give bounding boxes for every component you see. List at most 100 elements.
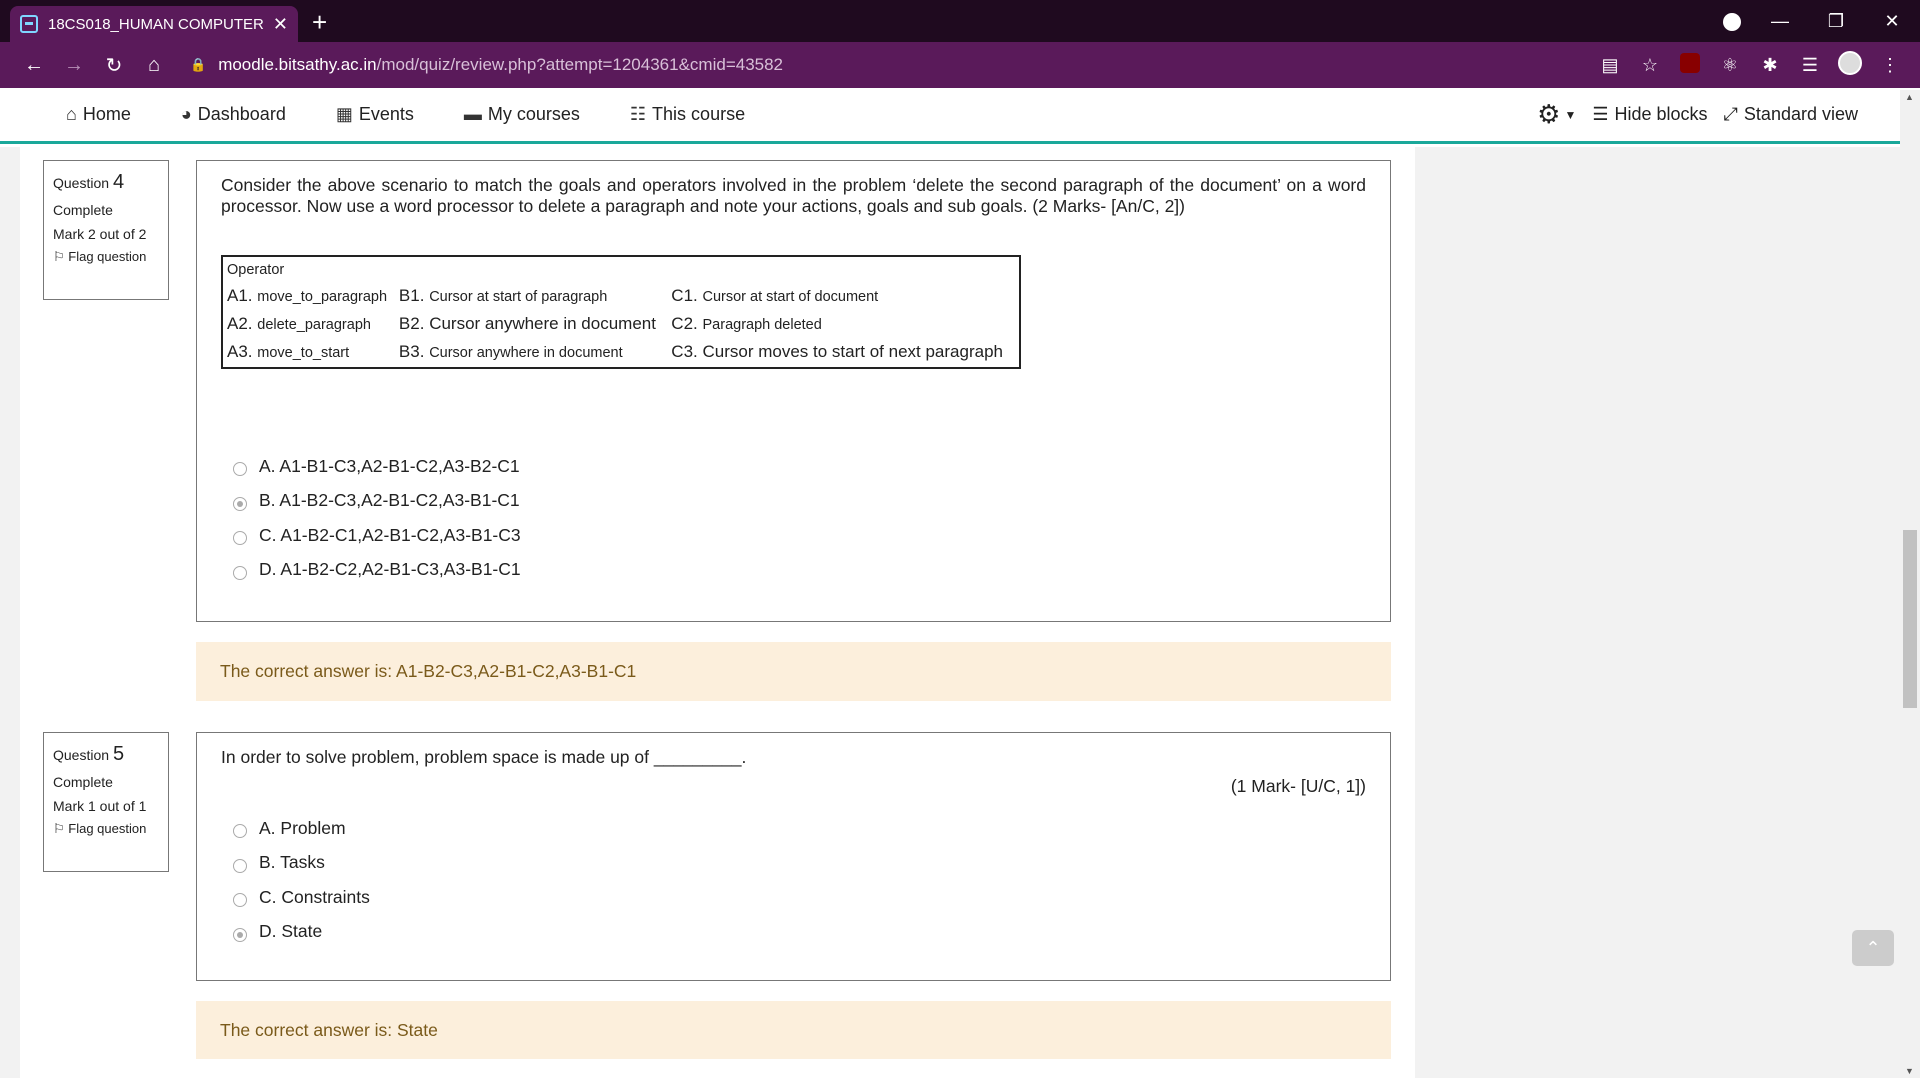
dashboard-icon: ◕ bbox=[180, 104, 192, 124]
answer-option[interactable]: D. State bbox=[221, 915, 1366, 950]
calendar-icon: ▦ bbox=[335, 104, 353, 124]
lock-icon: 🔒 bbox=[190, 57, 207, 72]
reader-mode-icon[interactable]: ▤ bbox=[1590, 55, 1630, 76]
nav-my-courses-label: My courses bbox=[487, 104, 580, 124]
page-margin-right bbox=[1415, 147, 1900, 1078]
flag-icon: ⚐ bbox=[53, 249, 65, 264]
operator-table-header: Operator bbox=[227, 262, 285, 278]
nav-events[interactable]: ▦ Events bbox=[336, 104, 414, 125]
question-4-content: Consider the above scenario to match the… bbox=[196, 160, 1391, 622]
url-path: /mod/quiz/review.php?attempt=1204361&cmi… bbox=[376, 55, 784, 74]
question-5-mark: Mark 1 out of 1 bbox=[53, 798, 147, 814]
radio-button[interactable] bbox=[233, 858, 247, 873]
new-tab-icon[interactable]: + bbox=[312, 7, 327, 38]
moodle-favicon-icon bbox=[20, 15, 38, 33]
minimize-icon[interactable]: — bbox=[1752, 11, 1808, 32]
radio-button[interactable] bbox=[233, 927, 247, 942]
standard-view-button[interactable]: Standard view bbox=[1744, 104, 1858, 125]
answer-option[interactable]: B. Tasks bbox=[221, 846, 1366, 881]
answer-option[interactable]: A. A1-B1-C3,A2-B1-C2,A3-B2-C1 bbox=[221, 449, 1366, 484]
radio-button[interactable] bbox=[233, 893, 247, 908]
moodle-navbar: ⌂ Home ◕ Dashboard ▦ Events ▬ My courses… bbox=[0, 88, 1920, 144]
nav-this-course[interactable]: ☷ This course bbox=[630, 104, 745, 125]
back-icon[interactable]: ← bbox=[14, 54, 54, 77]
question-4-info: Question 4 Complete Mark 2 out of 2 ⚐ Fl… bbox=[43, 160, 169, 300]
nav-dashboard-label: Dashboard bbox=[197, 104, 286, 124]
reload-icon[interactable]: ↻ bbox=[94, 53, 134, 78]
hide-blocks-button[interactable]: Hide blocks bbox=[1614, 104, 1707, 125]
question-4-number: Question 4 bbox=[53, 171, 125, 193]
window-controls: — ❐ ✕ bbox=[1712, 0, 1920, 42]
question-5-info: Question 5 Complete Mark 1 out of 1 ⚐ Fl… bbox=[43, 732, 169, 872]
gear-icon[interactable]: ⚙ bbox=[1537, 99, 1560, 130]
radio-button[interactable] bbox=[233, 496, 247, 511]
question-4-feedback: The correct answer is: A1-B2-C3,A2-B1-C2… bbox=[196, 642, 1391, 701]
radio-button[interactable] bbox=[233, 462, 247, 477]
briefcase-icon: ▬ bbox=[463, 104, 482, 124]
table-row: A3. move_to_start B3. Cursor anywhere in… bbox=[227, 342, 1003, 361]
page-scrollbar[interactable]: ▲ ▼ bbox=[1900, 90, 1920, 1078]
question-5-answers: A. Problem B. Tasks C. Constraints D. St… bbox=[221, 811, 1366, 949]
scrollbar-thumb[interactable] bbox=[1903, 530, 1917, 708]
chevron-down-icon[interactable]: ▼ bbox=[1564, 108, 1576, 122]
restore-icon[interactable]: ❐ bbox=[1808, 11, 1864, 32]
flag-icon: ⚐ bbox=[53, 821, 65, 836]
ublock-icon[interactable] bbox=[1670, 52, 1710, 78]
url-field[interactable]: 🔒 moodle.bitsathy.ac.in/mod/quiz/review.… bbox=[190, 55, 783, 75]
main-content: Question 4 Complete Mark 2 out of 2 ⚐ Fl… bbox=[20, 147, 1415, 1078]
table-row: A2. delete_paragraph B2. Cursor anywhere… bbox=[227, 314, 822, 333]
answer-option[interactable]: A. Problem bbox=[221, 811, 1366, 846]
question-5-feedback: The correct answer is: State bbox=[196, 1001, 1391, 1059]
question-5-text: In order to solve problem, problem space… bbox=[221, 747, 747, 767]
scroll-down-icon[interactable]: ▼ bbox=[1905, 1066, 1914, 1076]
answer-option[interactable]: B. A1-B2-C3,A2-B1-C2,A3-B1-C1 bbox=[221, 484, 1366, 519]
scroll-to-top-button[interactable]: ⌃ bbox=[1852, 930, 1894, 966]
address-bar: ← → ↻ ⌂ 🔒 moodle.bitsathy.ac.in/mod/quiz… bbox=[0, 42, 1920, 88]
question-5-state: Complete bbox=[53, 774, 113, 790]
browser-menu-icon[interactable]: ⋮ bbox=[1870, 55, 1910, 76]
answer-option[interactable]: C. A1-B2-C1,A2-B1-C2,A3-B1-C3 bbox=[221, 518, 1366, 553]
radio-button[interactable] bbox=[233, 565, 247, 580]
page-margin-left bbox=[0, 147, 20, 1078]
table-row: A1. move_to_paragraph B1. Cursor at star… bbox=[227, 286, 879, 305]
nav-my-courses[interactable]: ▬ My courses bbox=[464, 104, 580, 125]
home-icon: ⌂ bbox=[66, 104, 77, 124]
question-5-number: Question 5 bbox=[53, 743, 125, 765]
scroll-up-icon[interactable]: ▲ bbox=[1905, 92, 1914, 102]
media-control-icon[interactable]: ☰ bbox=[1790, 55, 1830, 76]
nav-events-label: Events bbox=[358, 104, 414, 124]
browser-tab[interactable]: 18CS018_HUMAN COMPUTER IN ✕ bbox=[10, 6, 298, 42]
question-4-flag-button[interactable]: ⚐ Flag question bbox=[53, 250, 159, 264]
tab-search-icon[interactable] bbox=[1712, 10, 1752, 33]
forward-icon[interactable]: → bbox=[54, 54, 94, 77]
question-4-answers: A. A1-B1-C3,A2-B1-C2,A3-B2-C1 B. A1-B2-C… bbox=[221, 449, 1366, 587]
browser-tab-bar: 18CS018_HUMAN COMPUTER IN ✕ + — ❐ ✕ bbox=[0, 0, 1920, 42]
question-5-flag-button[interactable]: ⚐ Flag question bbox=[53, 822, 159, 836]
question-5-marks: (1 Mark- [U/C, 1]) bbox=[1230, 776, 1366, 796]
nav-this-course-label: This course bbox=[652, 104, 746, 124]
hide-blocks-icon: ☰ bbox=[1592, 104, 1609, 124]
answer-option[interactable]: C. Constraints bbox=[221, 880, 1366, 915]
operator-table: Operator A1. move_to_paragraph B1. Curso… bbox=[221, 255, 1021, 369]
bookmark-star-icon[interactable]: ☆ bbox=[1630, 55, 1670, 76]
chevron-up-icon: ⌃ bbox=[1865, 938, 1881, 958]
tab-close-icon[interactable]: ✕ bbox=[273, 14, 288, 35]
question-4-text: Consider the above scenario to match the… bbox=[221, 175, 1366, 216]
radio-button[interactable] bbox=[233, 531, 247, 546]
answer-option[interactable]: D. A1-B2-C2,A2-B1-C3,A3-B1-C1 bbox=[221, 553, 1366, 588]
question-4-state: Complete bbox=[53, 202, 113, 218]
nav-home-label: Home bbox=[82, 104, 131, 124]
radio-button[interactable] bbox=[233, 824, 247, 839]
nav-dashboard[interactable]: ◕ Dashboard bbox=[181, 104, 286, 125]
home-browser-icon[interactable]: ⌂ bbox=[134, 54, 174, 77]
question-4-mark: Mark 2 out of 2 bbox=[53, 226, 147, 242]
url-host: moodle.bitsathy.ac.in bbox=[218, 55, 377, 74]
nav-home[interactable]: ⌂ Home bbox=[66, 104, 131, 125]
extensions-icon[interactable]: ✱ bbox=[1750, 55, 1790, 76]
react-devtools-icon[interactable]: ⚛ bbox=[1710, 55, 1750, 76]
sitemap-icon: ☷ bbox=[629, 104, 647, 124]
compress-icon: ⤢ bbox=[1723, 104, 1738, 124]
window-close-icon[interactable]: ✕ bbox=[1864, 11, 1920, 32]
profile-avatar[interactable] bbox=[1830, 50, 1870, 80]
question-5-content: In order to solve problem, problem space… bbox=[196, 732, 1391, 981]
